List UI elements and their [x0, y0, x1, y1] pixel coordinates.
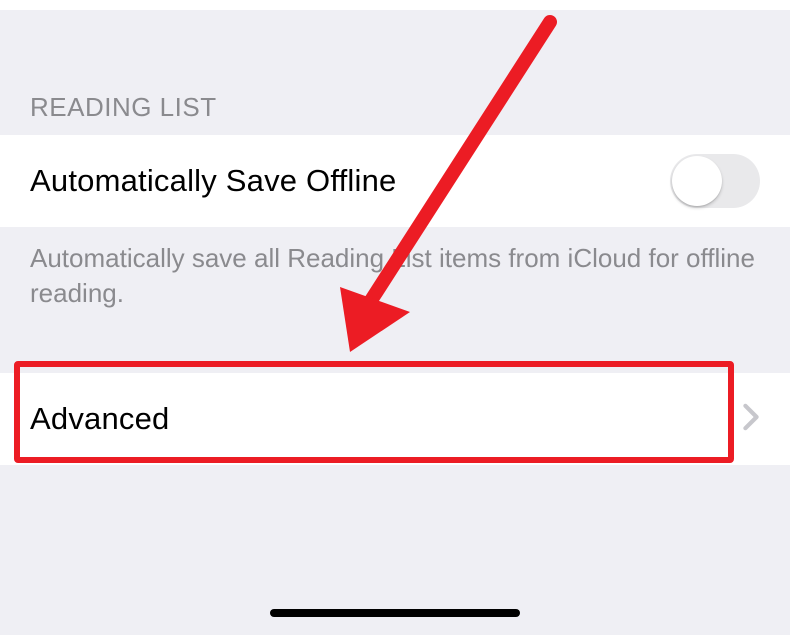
- chevron-right-icon: [742, 403, 760, 436]
- toggle-auto-save-offline[interactable]: [670, 154, 760, 208]
- top-bar: [0, 0, 790, 10]
- section-spacer: [0, 311, 790, 373]
- row-label-advanced: Advanced: [30, 401, 169, 437]
- row-auto-save-offline[interactable]: Automatically Save Offline: [0, 135, 790, 227]
- section-header-reading-list: READING LIST: [0, 10, 790, 135]
- home-indicator: [270, 609, 520, 617]
- toggle-knob: [672, 156, 722, 206]
- section-footer-reading-list: Automatically save all Reading List item…: [0, 227, 790, 311]
- row-label-auto-save: Automatically Save Offline: [30, 163, 396, 199]
- row-advanced[interactable]: Advanced: [0, 373, 790, 465]
